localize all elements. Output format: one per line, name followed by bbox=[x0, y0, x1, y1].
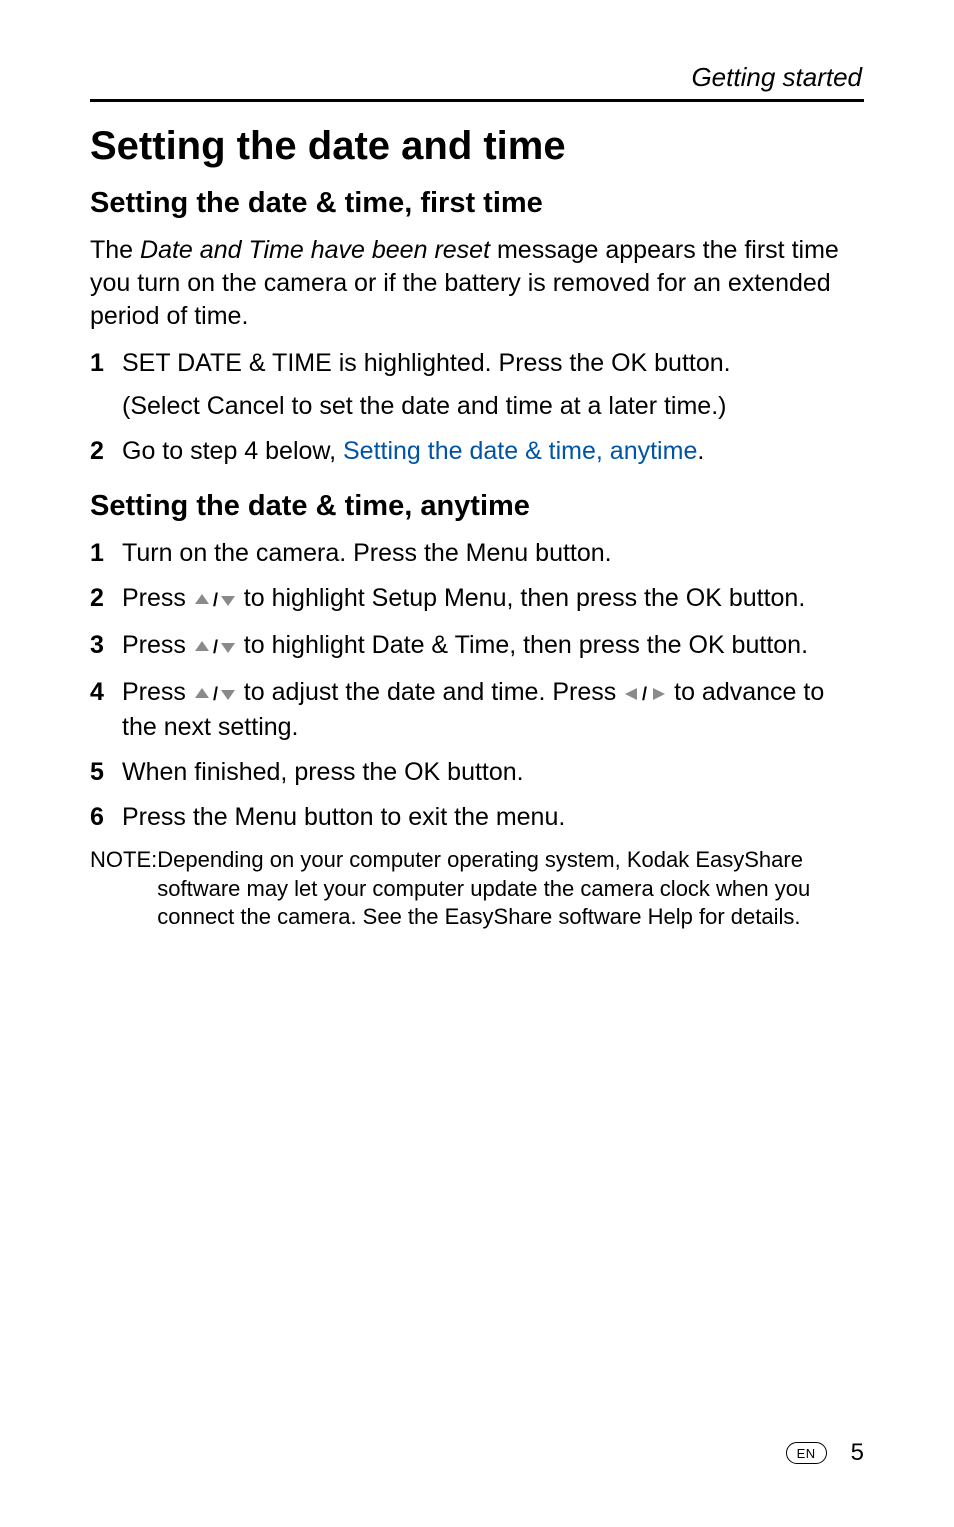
note: NOTE: Depending on your computer operati… bbox=[90, 846, 864, 932]
note-body: Depending on your computer operating sys… bbox=[157, 846, 864, 932]
first-time-heading: Setting the date & time, first time bbox=[90, 187, 864, 220]
page-title: Setting the date and time bbox=[90, 124, 864, 169]
step-mid: to adjust the date and time. Press bbox=[237, 678, 623, 706]
first-time-intro: The Date and Time have been reset messag… bbox=[90, 234, 864, 333]
page: Getting started Setting the date and tim… bbox=[0, 0, 954, 1527]
anytime-step-1: 1 Turn on the camera. Press the Menu but… bbox=[90, 537, 864, 570]
page-number: 5 bbox=[851, 1439, 864, 1467]
step-number: 1 bbox=[90, 537, 122, 570]
step-body: Press / to highlight Setup Menu, then pr… bbox=[122, 582, 864, 617]
xref-link[interactable]: Setting the date & time, anytime bbox=[343, 437, 697, 465]
step-text-suffix: . bbox=[697, 437, 704, 465]
first-step-1: 1 SET DATE & TIME is highlighted. Press … bbox=[90, 347, 864, 423]
up-down-icon: / bbox=[193, 584, 237, 617]
anytime-steps: 1 Turn on the camera. Press the Menu but… bbox=[90, 537, 864, 834]
header-divider bbox=[90, 99, 864, 102]
step-post: to highlight Date & Time, then press the… bbox=[237, 631, 808, 659]
step-body: Press / to adjust the date and time. Pre… bbox=[122, 676, 864, 744]
step-body: Press the Menu button to exit the menu. bbox=[122, 801, 864, 834]
step-body: Turn on the camera. Press the Menu butto… bbox=[122, 537, 864, 570]
step-number: 1 bbox=[90, 347, 122, 380]
svg-text:/: / bbox=[642, 686, 647, 702]
svg-text:/: / bbox=[213, 592, 218, 608]
step-body: Press / to highlight Date & Time, then p… bbox=[122, 629, 864, 664]
step-number: 2 bbox=[90, 435, 122, 468]
step-number: 3 bbox=[90, 629, 122, 662]
step-pre: Press bbox=[122, 631, 193, 659]
step-post: to highlight Setup Menu, then press the … bbox=[237, 584, 805, 612]
anytime-heading: Setting the date & time, anytime bbox=[90, 490, 864, 523]
svg-text:/: / bbox=[213, 686, 218, 702]
step-number: 2 bbox=[90, 582, 122, 615]
running-header: Getting started bbox=[90, 62, 864, 93]
anytime-step-5: 5 When finished, press the OK button. bbox=[90, 756, 864, 789]
page-footer: EN 5 bbox=[786, 1439, 864, 1467]
first-time-steps: 1 SET DATE & TIME is highlighted. Press … bbox=[90, 347, 864, 468]
anytime-step-3: 3 Press / to highlight Date & Time, then… bbox=[90, 629, 864, 664]
anytime-step-6: 6 Press the Menu button to exit the menu… bbox=[90, 801, 864, 834]
step-substep: (Select Cancel to set the date and time … bbox=[122, 390, 864, 423]
up-down-icon: / bbox=[193, 631, 237, 664]
step-pre: Press bbox=[122, 678, 193, 706]
step-text-prefix: Go to step 4 below, bbox=[122, 437, 343, 465]
step-body: Go to step 4 below, Setting the date & t… bbox=[122, 435, 864, 468]
step-number: 5 bbox=[90, 756, 122, 789]
step-text: SET DATE & TIME is highlighted. Press th… bbox=[122, 349, 731, 377]
anytime-step-2: 2 Press / to highlight Setup Menu, then … bbox=[90, 582, 864, 617]
intro-prefix: The bbox=[90, 236, 140, 264]
anytime-step-4: 4 Press / to adjust the date and time. P… bbox=[90, 676, 864, 744]
step-pre: Press bbox=[122, 584, 193, 612]
step-body: When finished, press the OK button. bbox=[122, 756, 864, 789]
first-step-2: 2 Go to step 4 below, Setting the date &… bbox=[90, 435, 864, 468]
step-number: 4 bbox=[90, 676, 122, 709]
note-label: NOTE: bbox=[90, 846, 157, 932]
left-right-icon: / bbox=[623, 678, 667, 711]
language-badge: EN bbox=[786, 1442, 827, 1464]
step-number: 6 bbox=[90, 801, 122, 834]
step-body: SET DATE & TIME is highlighted. Press th… bbox=[122, 347, 864, 423]
up-down-icon: / bbox=[193, 678, 237, 711]
svg-text:/: / bbox=[213, 639, 218, 655]
intro-italic: Date and Time have been reset bbox=[140, 236, 490, 264]
